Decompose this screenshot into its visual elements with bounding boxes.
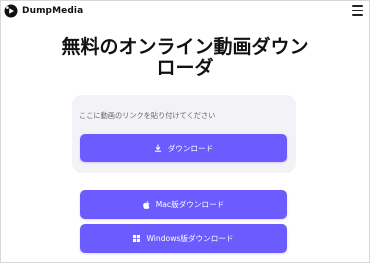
dumpmedia-logo-icon (4, 4, 18, 18)
hamburger-menu-icon[interactable] (352, 5, 363, 16)
download-button[interactable]: ダウンロード (80, 134, 287, 162)
apple-icon (142, 200, 150, 209)
video-url-input[interactable] (79, 108, 289, 122)
windows-download-button[interactable]: Windows版ダウンロード (80, 224, 287, 253)
windows-download-label: Windows版ダウンロード (146, 234, 234, 243)
download-button-label: ダウンロード (167, 143, 214, 153)
brand-logo[interactable]: DumpMedia (4, 4, 83, 18)
download-arrow-icon (154, 144, 162, 152)
page-title: 無料のオンライン動画ダウン ローダ (1, 37, 369, 79)
page: DumpMedia 無料のオンライン動画ダウン ローダ ダウンロード Mac版ダ… (0, 0, 370, 263)
mac-download-label: Mac版ダウンロード (155, 200, 225, 209)
mac-download-button[interactable]: Mac版ダウンロード (80, 190, 287, 219)
page-title-line-2: ローダ (156, 57, 214, 79)
site-header: DumpMedia (1, 1, 369, 23)
windows-icon (133, 235, 141, 242)
brand-name: DumpMedia (22, 6, 84, 16)
page-title-line-1: 無料のオンライン動画ダウン (61, 36, 309, 58)
